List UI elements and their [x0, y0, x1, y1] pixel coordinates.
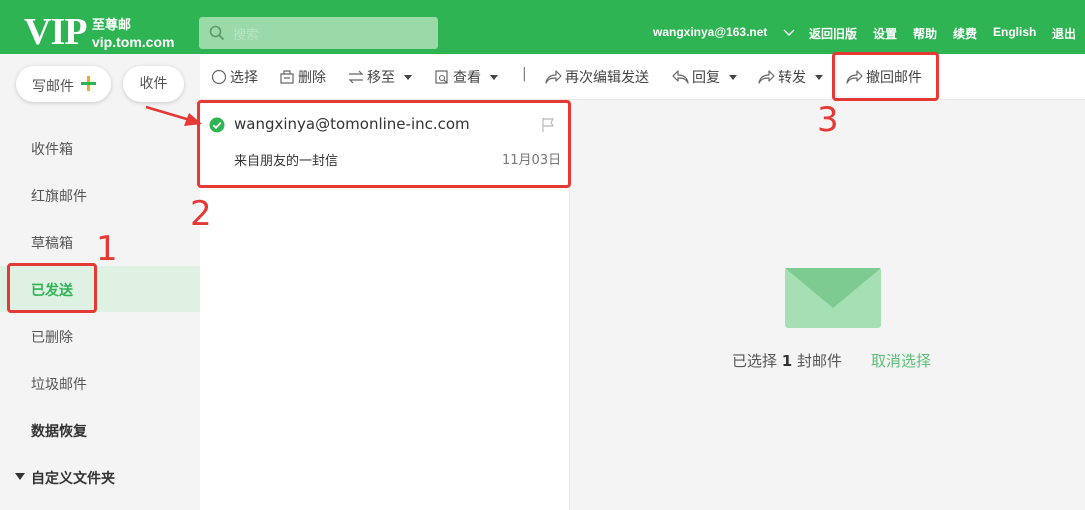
selection-suffix: 封邮件 — [797, 352, 843, 370]
caret-down-icon — [404, 74, 412, 80]
mail-toolbar: 选择 删除 移至 查看 | 再次编辑发送 回复 转发 撤回邮件 — [200, 54, 1085, 100]
selection-prefix: 已选择 — [732, 352, 778, 370]
envelope-icon — [785, 268, 881, 328]
circle-icon — [211, 69, 227, 85]
view-label: 查看 — [453, 70, 481, 86]
compose-label: 写邮件 — [32, 79, 74, 95]
reedit-send-label: 再次编辑发送 — [565, 70, 649, 86]
reply-label: 回复 — [692, 70, 720, 86]
sidebar-item-deleted[interactable]: 已删除 — [0, 313, 200, 359]
sidebar-item-custom-folders[interactable]: 自定义文件夹 — [0, 454, 200, 500]
link-help[interactable]: 帮助 — [913, 25, 937, 42]
delete-label: 删除 — [298, 70, 326, 86]
search-icon — [209, 25, 225, 41]
link-renew[interactable]: 续费 — [953, 25, 977, 42]
link-logout[interactable]: 退出 — [1052, 25, 1076, 42]
chevron-down-icon[interactable] — [783, 29, 795, 37]
annotation-box-2 — [197, 100, 571, 188]
delete-button[interactable]: 删除 — [279, 66, 326, 88]
view-icon — [435, 70, 448, 84]
link-settings[interactable]: 设置 — [873, 25, 897, 42]
preview-pane: 已选择 1 封邮件 取消选择 — [570, 100, 1085, 510]
forward-arrow-icon — [758, 70, 775, 84]
sidebar-item-label: 收件箱 — [31, 142, 73, 158]
forward-label: 转发 — [778, 70, 806, 86]
sidebar-item-label: 数据恢复 — [31, 424, 87, 440]
annotation-arrow-icon — [145, 105, 202, 126]
annotation-number-3: 3 — [817, 100, 839, 140]
account-menu[interactable]: wangxinya@163.net — [653, 25, 767, 39]
sidebar-item-inbox[interactable]: 收件箱 — [0, 125, 200, 171]
trash-icon — [280, 70, 294, 84]
annotation-box-3 — [832, 52, 939, 101]
sidebar-item-label: 垃圾邮件 — [31, 377, 87, 393]
top-header: VIP 至尊邮 vip.tom.com 搜索 wangxinya@163.net… — [0, 0, 1085, 54]
search-input[interactable]: 搜索 — [199, 17, 438, 49]
sidebar-item-label: 红旗邮件 — [31, 189, 87, 205]
sidebar-item-label: 自定义文件夹 — [31, 471, 115, 487]
select-label: 选择 — [230, 70, 258, 86]
logo-vip: VIP — [24, 11, 87, 53]
forward-arrow-icon — [545, 70, 562, 84]
toolbar-separator: | — [522, 66, 527, 82]
compose-button[interactable]: 写邮件 — [16, 66, 111, 102]
sidebar-item-flagged[interactable]: 红旗邮件 — [0, 172, 200, 218]
plus-icon — [81, 76, 96, 91]
link-english[interactable]: English — [993, 25, 1036, 39]
reedit-send-button[interactable]: 再次编辑发送 — [545, 66, 649, 88]
sidebar-item-spam[interactable]: 垃圾邮件 — [0, 360, 200, 406]
annotation-box-1 — [7, 263, 97, 313]
selection-count: 1 — [781, 352, 793, 370]
transfer-icon — [348, 70, 364, 84]
view-button[interactable]: 查看 — [434, 66, 498, 88]
logo-domain: vip.tom.com — [92, 34, 175, 50]
caret-down-icon — [490, 74, 498, 80]
receive-button[interactable]: 收件 — [123, 66, 184, 102]
reply-button[interactable]: 回复 — [672, 66, 737, 88]
link-old-version[interactable]: 返回旧版 — [809, 25, 857, 42]
annotation-number-1: 1 — [96, 229, 118, 269]
forward-button[interactable]: 转发 — [758, 66, 823, 88]
caret-down-icon — [729, 74, 737, 80]
move-to-button[interactable]: 移至 — [348, 66, 412, 88]
reply-arrow-icon — [672, 70, 689, 84]
caret-down-icon — [815, 74, 823, 80]
cancel-selection-link[interactable]: 取消选择 — [871, 350, 931, 371]
logo-subtitle: 至尊邮 — [92, 18, 132, 33]
move-to-label: 移至 — [367, 70, 395, 86]
sidebar-item-data-recovery[interactable]: 数据恢复 — [0, 407, 200, 453]
triangle-down-icon[interactable] — [15, 473, 25, 480]
sidebar-item-label: 已删除 — [31, 330, 73, 346]
search-placeholder: 搜索 — [233, 28, 260, 43]
selection-info: 已选择 1 封邮件 — [732, 350, 842, 371]
sidebar-item-label: 草稿箱 — [31, 236, 73, 252]
annotation-number-2: 2 — [190, 194, 212, 234]
select-button[interactable]: 选择 — [211, 66, 258, 88]
